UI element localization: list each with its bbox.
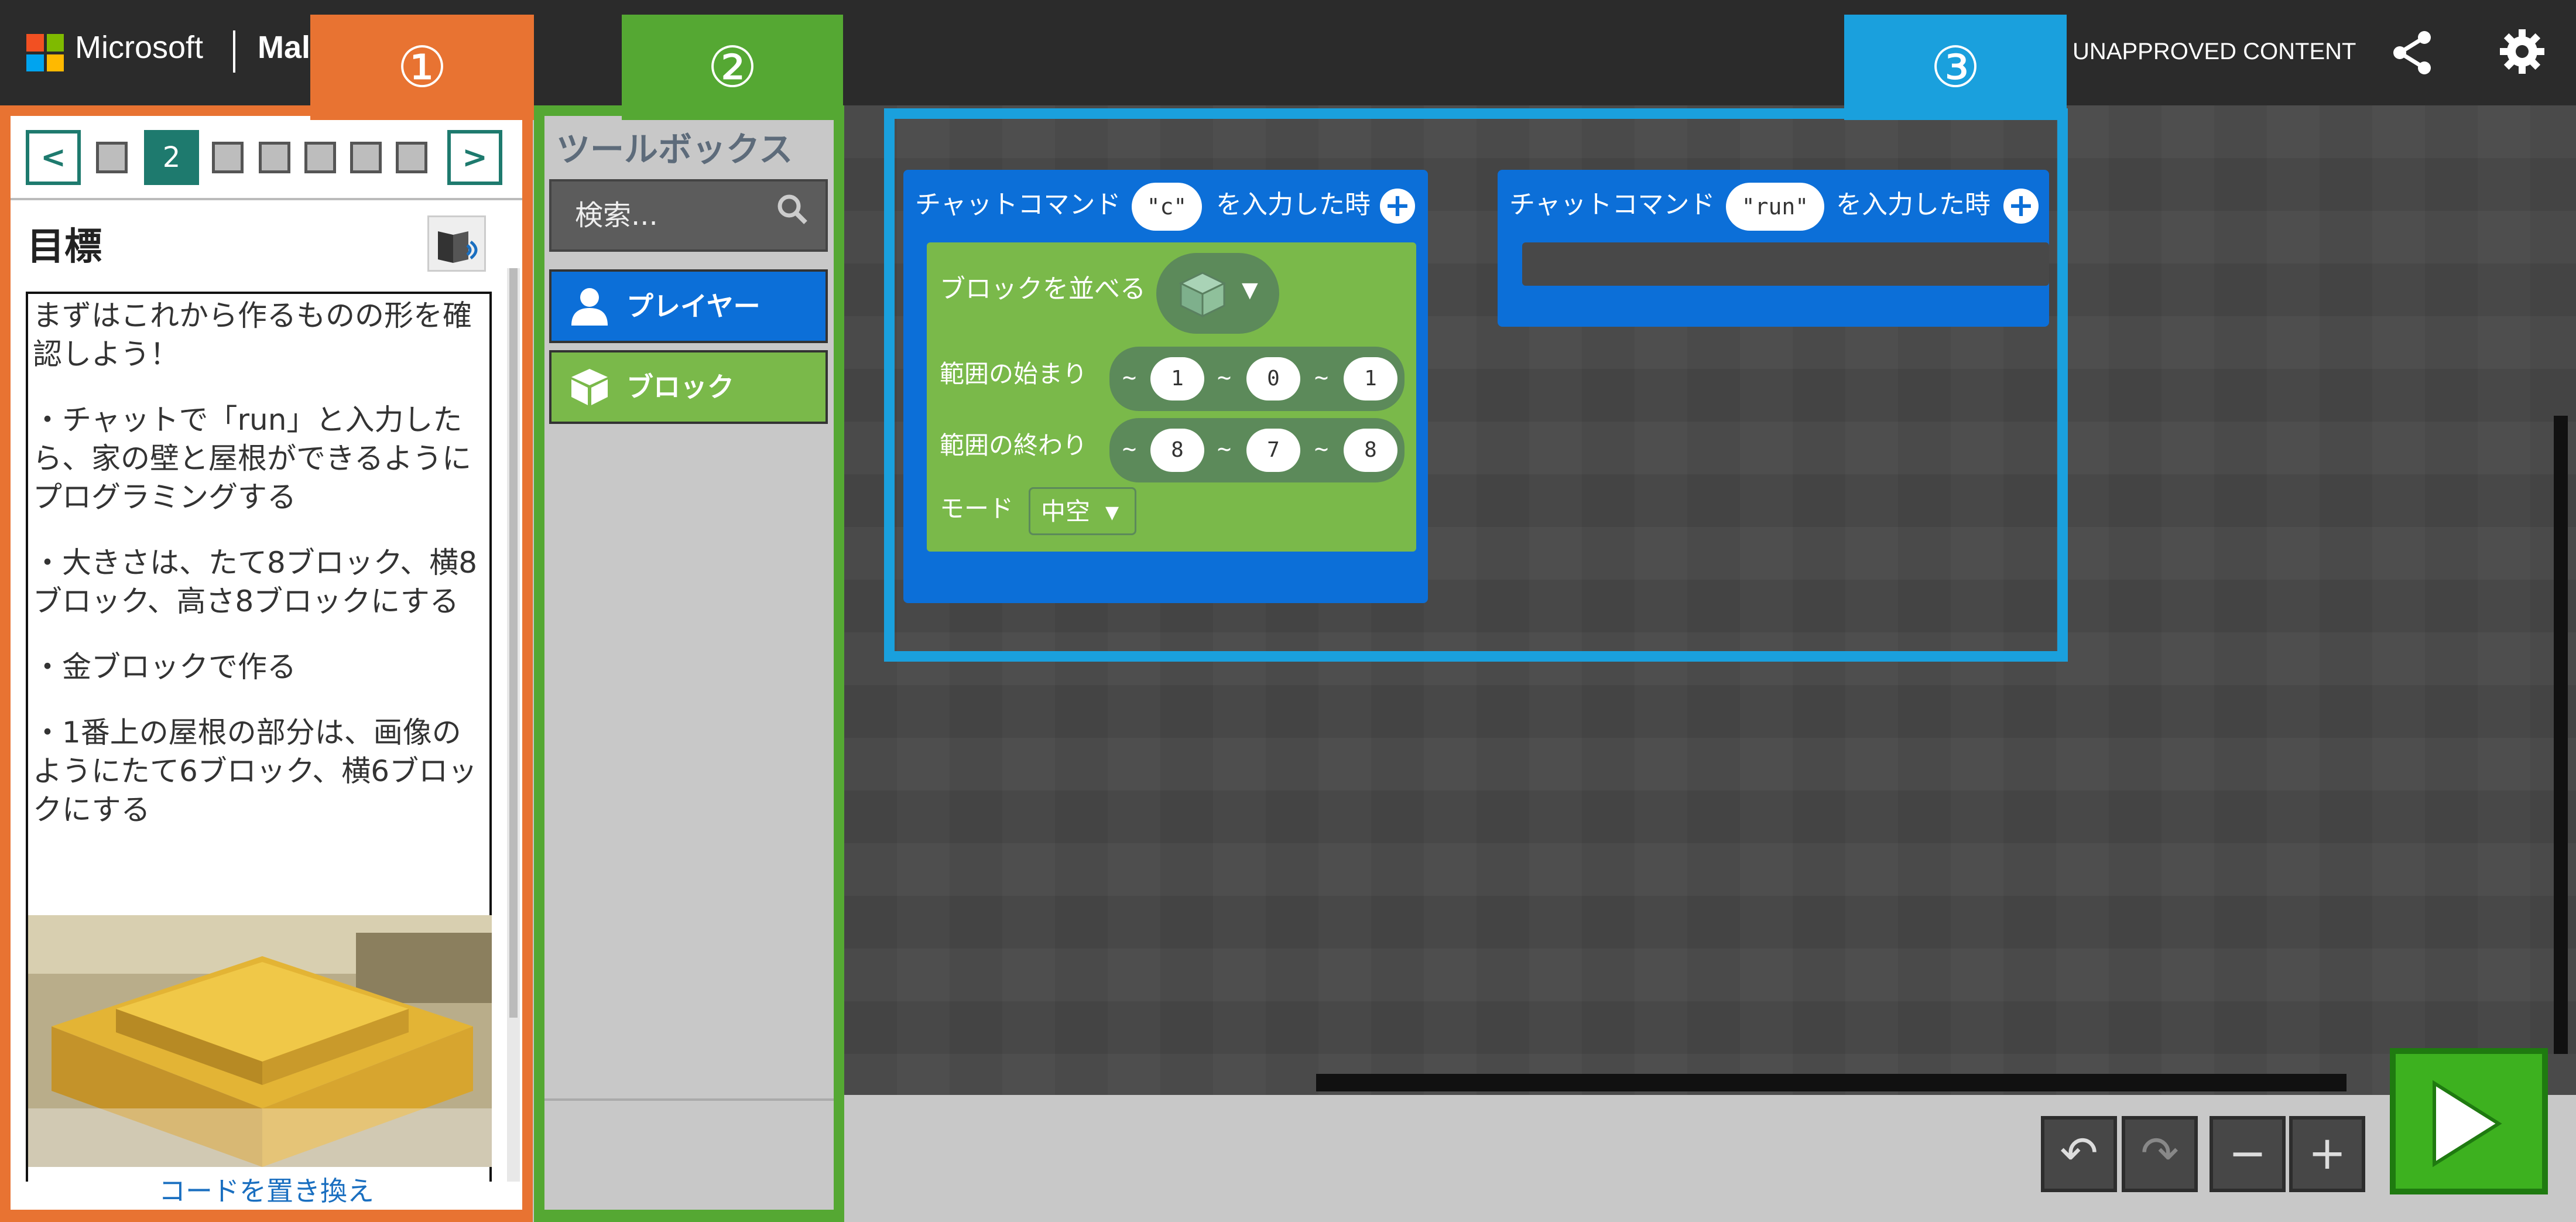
category-label: ブロック: [626, 371, 734, 403]
tutorial-panel: < 2 > 目標 まずはこれから作るものの形を確認しよう！ ・チャットで「run…: [0, 105, 533, 1222]
toolbox-title: ツールボックス: [556, 129, 793, 169]
step-indicator[interactable]: [212, 142, 244, 173]
play-icon: [2433, 1080, 2502, 1168]
microsoft-logo: [26, 34, 64, 71]
toolbox-content: ツールボックス 検索... プレイヤー ブロック: [544, 116, 834, 1210]
callout-marker-2: ②: [622, 15, 843, 120]
share-icon[interactable]: [2392, 30, 2433, 81]
house-preview-image: [28, 915, 492, 1167]
zoom-out-button[interactable]: −: [2210, 1116, 2286, 1192]
instruction-paragraph: ・チャットで「run」と入力したら、家の壁と屋根ができるようにプログラミングする: [33, 403, 471, 514]
step-divider: [11, 198, 522, 200]
vertical-scrollbar[interactable]: [2554, 416, 2568, 1054]
read-aloud-icon[interactable]: [427, 215, 486, 272]
brand-divider: [233, 30, 235, 73]
replace-code-link[interactable]: コードを置き換え: [11, 1170, 522, 1209]
instruction-paragraph: ・大きさは、たて8ブロック、横8ブロック、高さ8ブロックにする: [33, 546, 478, 618]
callout-marker-3: ③: [1844, 15, 2067, 120]
undo-icon[interactable]: ↶: [2041, 1116, 2117, 1192]
toolbox-panel: ツールボックス 検索... プレイヤー ブロック: [534, 105, 844, 1222]
step-indicator[interactable]: [96, 142, 128, 173]
tutorial-content: < 2 > 目標 まずはこれから作るものの形を確認しよう！ ・チャットで「run…: [11, 116, 522, 1210]
unapproved-content-label: UNAPPROVED CONTENT: [2073, 39, 2356, 64]
toolbox-divider: [544, 1098, 834, 1101]
run-code-button[interactable]: [2390, 1048, 2548, 1194]
search-icon[interactable]: [776, 193, 809, 235]
callout-marker-1: ①: [310, 15, 534, 120]
workspace-highlight-frame: [884, 108, 2068, 662]
player-icon: [571, 288, 608, 326]
instruction-paragraph: ・金ブロックで作る: [33, 650, 296, 684]
category-player[interactable]: プレイヤー: [549, 269, 828, 343]
prev-step-button[interactable]: <: [26, 130, 81, 185]
step-indicator[interactable]: [350, 142, 382, 173]
horizontal-scrollbar[interactable]: [1316, 1074, 2347, 1091]
zoom-in-button[interactable]: +: [2289, 1116, 2365, 1192]
current-step-indicator[interactable]: 2: [144, 130, 199, 185]
brand-name: Microsoft: [75, 30, 204, 65]
app-name: Mal: [258, 30, 311, 65]
next-step-button[interactable]: >: [447, 130, 502, 185]
step-indicator[interactable]: [259, 142, 290, 173]
goal-title: 目標: [27, 225, 102, 269]
gear-icon[interactable]: [2499, 28, 2546, 81]
category-blocks[interactable]: ブロック: [549, 350, 828, 424]
step-indicator[interactable]: [396, 142, 427, 173]
category-label: プレイヤー: [626, 290, 761, 322]
step-indicator[interactable]: [304, 142, 336, 173]
instruction-paragraph: ・1番上の屋根の部分は、画像のようにたて6ブロック、横6ブロックにする: [33, 716, 478, 827]
instruction-paragraph: まずはこれから作るものの形を確認しよう！: [33, 299, 472, 371]
tutorial-scroll-thumb[interactable]: [509, 268, 518, 1018]
block-cube-icon: [571, 369, 608, 405]
redo-icon[interactable]: ↷: [2122, 1116, 2198, 1192]
